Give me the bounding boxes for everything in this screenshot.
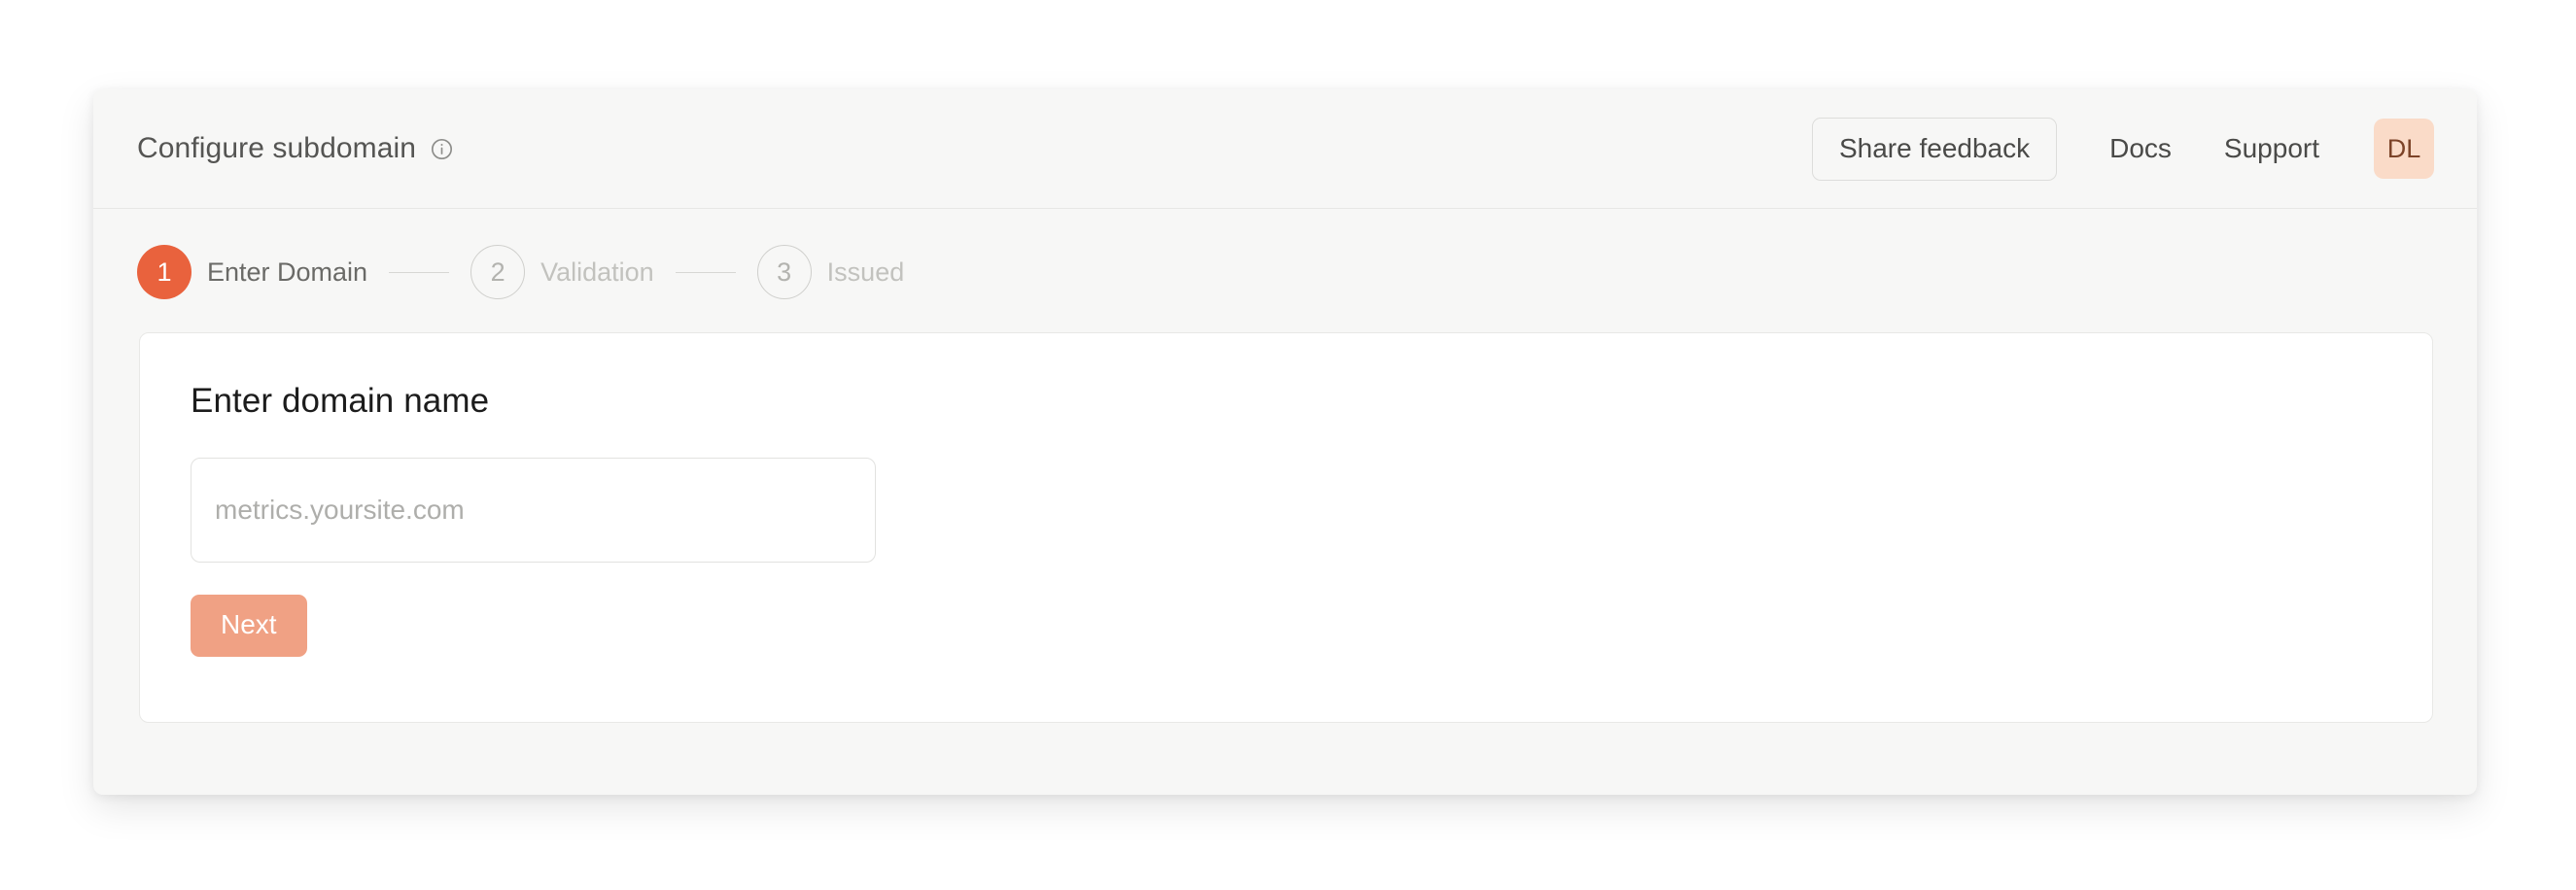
stepper-step-1[interactable]: 1 Enter Domain	[137, 245, 367, 299]
support-link[interactable]: Support	[2224, 123, 2319, 174]
domain-name-input[interactable]	[191, 458, 876, 563]
app-window: Configure subdomain Share feedback Docs …	[93, 89, 2477, 795]
page-heading: Enter domain name	[191, 382, 490, 420]
stepper-step-3: 3 Issued	[756, 245, 905, 299]
step-3-number: 3	[756, 245, 812, 299]
step-3-label: Issued	[826, 257, 905, 287]
step-2-label: Validation	[540, 257, 654, 287]
stepper-connector-2	[675, 271, 736, 273]
info-circle-icon[interactable]	[430, 137, 454, 161]
docs-link[interactable]: Docs	[2109, 123, 2172, 174]
page-title-group: Configure subdomain	[137, 132, 454, 165]
header-bar: Configure subdomain Share feedback Docs …	[93, 89, 2477, 209]
stepper-step-2: 2 Validation	[470, 245, 654, 299]
next-button[interactable]: Next	[191, 595, 307, 657]
header-actions: Share feedback Docs Support DL	[1811, 117, 2434, 181]
stepper: 1 Enter Domain 2 Validation 3 Issued	[93, 209, 2477, 299]
content-card: Enter domain name Next	[139, 332, 2433, 723]
stepper-connector-1	[389, 271, 450, 273]
step-1-number: 1	[137, 245, 191, 299]
step-1-label: Enter Domain	[207, 257, 368, 287]
share-feedback-button[interactable]: Share feedback	[1811, 117, 2058, 181]
avatar[interactable]: DL	[2374, 119, 2434, 179]
step-2-number: 2	[470, 245, 526, 299]
page-title: Configure subdomain	[137, 132, 417, 164]
